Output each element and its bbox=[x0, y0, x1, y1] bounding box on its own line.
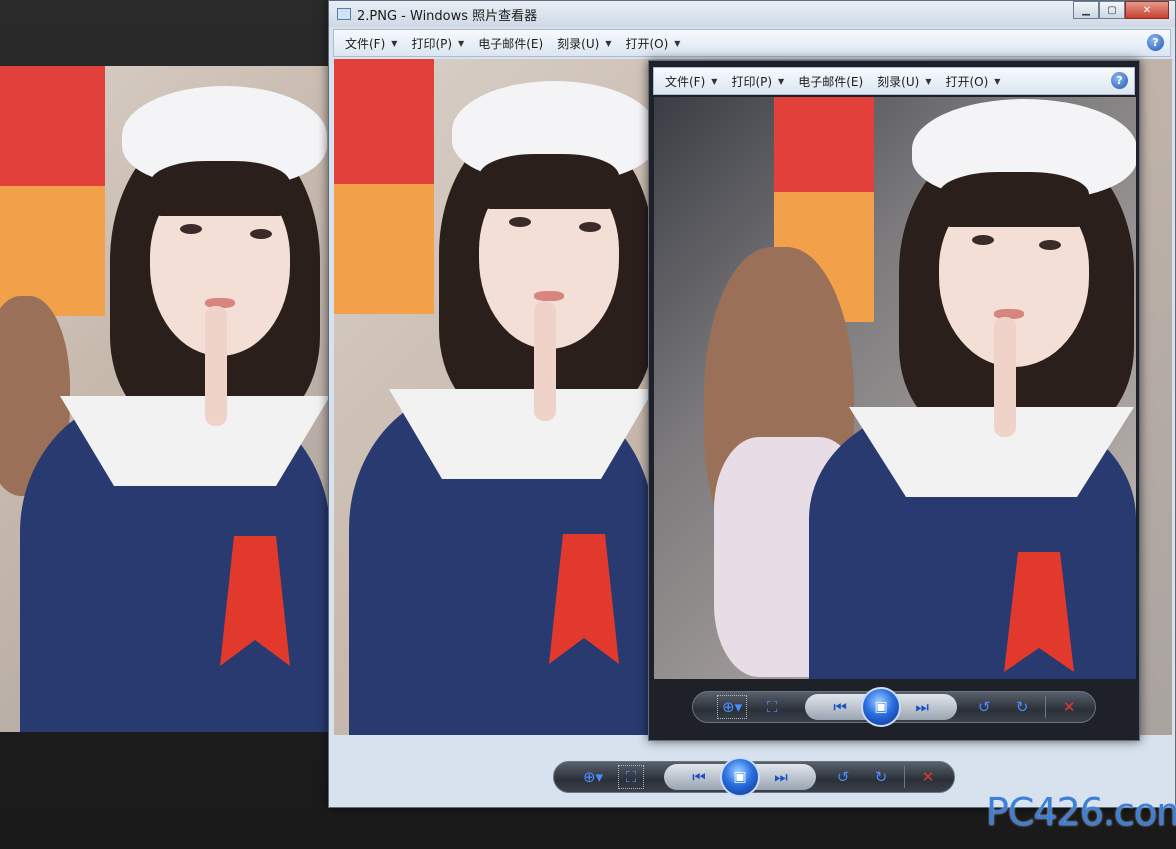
magnifier-icon[interactable]: ⊕▾ bbox=[717, 695, 748, 719]
chevron-down-icon: ▼ bbox=[605, 38, 612, 48]
next-icon[interactable]: ⏭ bbox=[909, 695, 935, 719]
close-button[interactable]: ✕ bbox=[1125, 1, 1169, 19]
toolbar-divider bbox=[1045, 696, 1047, 718]
help-icon[interactable]: ? bbox=[1147, 34, 1164, 51]
next-icon[interactable]: ⏭ bbox=[768, 765, 794, 789]
magnifier-icon[interactable]: ⊕▾ bbox=[580, 765, 606, 789]
title-bar[interactable]: 2.PNG - Windows 照片查看器 ▁ ▢ ✕ bbox=[329, 1, 1175, 27]
maximize-button[interactable]: ▢ bbox=[1099, 1, 1125, 19]
chevron-down-icon: ▼ bbox=[711, 76, 718, 86]
slideshow-icon[interactable]: ▣ bbox=[720, 757, 760, 797]
menu-burn[interactable]: 刻录(U) ▼ bbox=[550, 30, 618, 56]
chevron-down-icon: ▼ bbox=[391, 38, 398, 48]
second-photo bbox=[654, 97, 1136, 679]
photo-app-icon bbox=[337, 8, 351, 20]
window-title: 2.PNG - Windows 照片查看器 bbox=[357, 8, 538, 24]
minimize-button[interactable]: ▁ bbox=[1073, 1, 1099, 19]
rotate-clockwise-icon[interactable]: ↻ bbox=[1009, 695, 1035, 719]
chevron-down-icon: ▼ bbox=[925, 76, 932, 86]
navigation-pill: ⏮ ▣ ⏭ bbox=[664, 757, 816, 797]
menu-bar-second: 文件(F) ▼ 打印(P) ▼ 电子邮件(E) 刻录(U) ▼ 打开(O) ▼ ? bbox=[653, 67, 1135, 95]
background-photo bbox=[0, 66, 330, 732]
photo-viewer-window-second: 文件(F) ▼ 打印(P) ▼ 电子邮件(E) 刻录(U) ▼ 打开(O) ▼ ? bbox=[648, 60, 1140, 741]
menu-email[interactable]: 电子邮件(E) bbox=[471, 30, 550, 56]
desktop: 2.PNG - Windows 照片查看器 ▁ ▢ ✕ 文件(F) ▼ 打印(P)… bbox=[0, 0, 1176, 849]
toolbar-divider bbox=[904, 766, 905, 788]
menu-print[interactable]: 打印(P) ▼ bbox=[404, 30, 471, 56]
rotate-clockwise-icon[interactable]: ↻ bbox=[868, 765, 894, 789]
viewer-toolbar-main: ⊕▾ ⛶ ⏮ ▣ ⏭ ↺ ↻ ✕ bbox=[553, 757, 955, 797]
site-watermark: PC426.com bbox=[986, 790, 1176, 834]
chevron-down-icon: ▼ bbox=[778, 76, 785, 86]
chevron-down-icon: ▼ bbox=[994, 76, 1001, 86]
menu-file[interactable]: 文件(F) ▼ bbox=[338, 30, 404, 56]
actual-size-icon[interactable]: ⛶ bbox=[618, 765, 644, 789]
actual-size-icon[interactable]: ⛶ bbox=[759, 695, 785, 719]
slideshow-icon[interactable]: ▣ bbox=[861, 687, 902, 727]
menu-bar: 文件(F) ▼ 打印(P) ▼ 电子邮件(E) 刻录(U) ▼ 打开(O) ▼ ? bbox=[333, 29, 1171, 57]
window-controls: ▁ ▢ ✕ bbox=[1073, 1, 1169, 19]
delete-icon[interactable]: ✕ bbox=[915, 765, 941, 789]
chevron-down-icon: ▼ bbox=[458, 38, 465, 48]
help-icon[interactable]: ? bbox=[1111, 72, 1128, 89]
rotate-counterclockwise-icon[interactable]: ↺ bbox=[971, 695, 997, 719]
viewer-toolbar-second: ⊕▾ ⛶ ⏮ ▣ ⏭ ↺ ↻ ✕ bbox=[692, 687, 1096, 727]
previous-icon[interactable]: ⏮ bbox=[686, 765, 712, 789]
delete-icon[interactable]: ✕ bbox=[1056, 695, 1082, 719]
menu-file[interactable]: 文件(F) ▼ bbox=[658, 68, 724, 94]
navigation-pill: ⏮ ▣ ⏭ bbox=[805, 687, 958, 727]
menu-burn[interactable]: 刻录(U) ▼ bbox=[870, 68, 938, 94]
menu-email[interactable]: 电子邮件(E) bbox=[791, 68, 870, 94]
menu-open[interactable]: 打开(O) ▼ bbox=[618, 30, 687, 56]
previous-icon[interactable]: ⏮ bbox=[827, 695, 853, 719]
rotate-counterclockwise-icon[interactable]: ↺ bbox=[830, 765, 856, 789]
menu-open[interactable]: 打开(O) ▼ bbox=[938, 68, 1007, 94]
menu-print[interactable]: 打印(P) ▼ bbox=[724, 68, 791, 94]
chevron-down-icon: ▼ bbox=[674, 38, 681, 48]
